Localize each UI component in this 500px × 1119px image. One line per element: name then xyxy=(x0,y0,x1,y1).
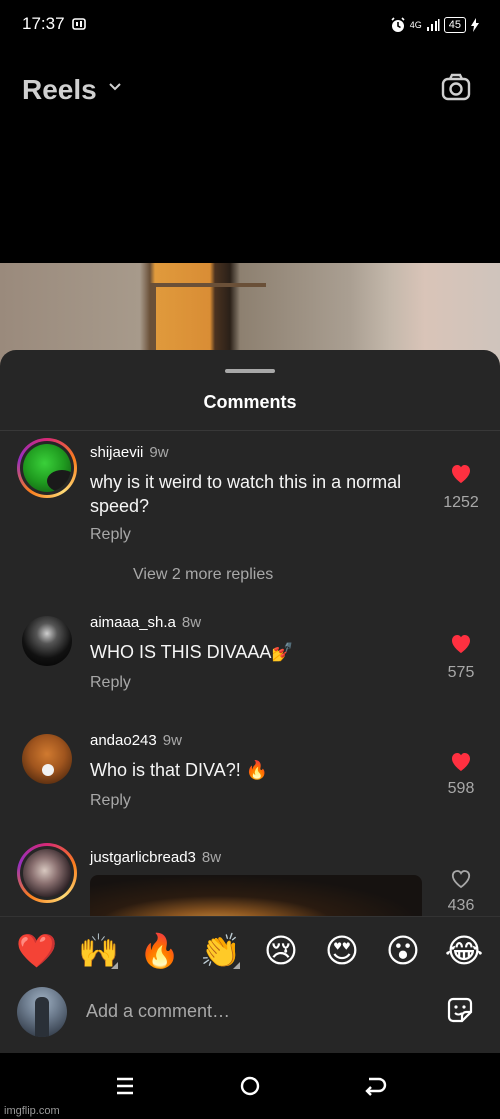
comment-input[interactable] xyxy=(86,996,416,1026)
status-time: 17:37 xyxy=(22,14,65,33)
status-indicators: 4G 45 xyxy=(390,15,480,35)
page-title[interactable]: Reels xyxy=(22,74,97,106)
comment-time: 8w xyxy=(201,849,222,866)
comment-time: 9w xyxy=(149,444,169,461)
avatar-story-ring[interactable] xyxy=(17,438,77,498)
reaction-fire[interactable]: 🔥 xyxy=(139,931,180,971)
signal-icon xyxy=(426,19,440,31)
comment-text: why is it weird to watch this in a norma… xyxy=(90,472,402,516)
avatar-detail xyxy=(35,997,49,1037)
heart-filled-icon[interactable] xyxy=(449,632,473,654)
reels-header: Reels xyxy=(0,60,500,120)
comment-username[interactable]: andao243 9w xyxy=(90,732,182,749)
avatar[interactable] xyxy=(22,734,72,784)
heart-outline-icon[interactable] xyxy=(449,867,473,889)
avatar-story-ring[interactable] xyxy=(17,843,77,903)
quick-reactions-bar: ❤️ 🙌 🔥 👏 😢 😍 😮 😂 xyxy=(0,916,500,985)
chevron-down-icon[interactable] xyxy=(108,82,122,92)
comment-username[interactable]: shijaevii 9w xyxy=(90,444,169,461)
like-count: 598 xyxy=(447,780,475,797)
my-avatar xyxy=(17,987,67,1037)
home-icon[interactable] xyxy=(235,1071,265,1101)
reaction-laughing[interactable]: 😂 xyxy=(444,931,484,971)
reply-button[interactable]: Reply xyxy=(90,792,131,810)
status-bar: 17:37 4G 45 xyxy=(0,0,500,50)
comment-time: 8w xyxy=(181,614,202,631)
avatar xyxy=(23,444,71,492)
camera-icon[interactable] xyxy=(440,72,474,104)
username-text[interactable]: andao243 xyxy=(90,732,157,749)
sheet-title: Comments xyxy=(203,392,297,412)
network-type: 4G xyxy=(409,19,422,30)
reaction-raised-hands[interactable]: 🙌 xyxy=(78,931,119,971)
reply-button[interactable]: Reply xyxy=(90,674,131,692)
battery-level: 45 xyxy=(443,17,466,33)
reaction-crying[interactable]: 😢 xyxy=(261,931,301,971)
menu-icon[interactable] xyxy=(110,1071,140,1101)
heart-filled-icon[interactable] xyxy=(449,750,473,772)
comment-username[interactable]: justgarlicbread3 8w xyxy=(90,849,221,866)
like-count: 575 xyxy=(447,664,475,681)
comment-text: Who is that DIVA?! 🔥 xyxy=(90,760,269,780)
view-more-replies[interactable]: View 2 more replies xyxy=(133,566,273,584)
username-text[interactable]: justgarlicbread3 xyxy=(90,849,196,866)
reaction-heart[interactable]: ❤️ xyxy=(16,931,57,971)
avatar-detail xyxy=(42,764,54,776)
sheet-drag-handle[interactable] xyxy=(225,369,275,373)
charging-icon xyxy=(471,18,479,32)
reaction-surprised[interactable]: 😮 xyxy=(383,931,423,971)
like-count: 1252 xyxy=(443,494,479,511)
back-icon[interactable] xyxy=(360,1071,390,1101)
reaction-clap[interactable]: 👏 xyxy=(200,931,241,971)
avatar-detail xyxy=(47,470,71,492)
watermark: imgflip.com xyxy=(4,1105,60,1117)
avatar xyxy=(23,849,71,897)
skin-tone-indicator xyxy=(111,962,118,969)
heart-filled-icon[interactable] xyxy=(449,462,473,484)
comment-time: 9w xyxy=(162,732,182,749)
alarm-icon xyxy=(391,17,405,32)
reply-button[interactable]: Reply xyxy=(90,526,131,544)
username-text[interactable]: aimaaa_sh.a xyxy=(90,614,176,631)
comment-input-bar xyxy=(0,984,500,1053)
system-nav-bar: imgflip.com xyxy=(0,1053,500,1119)
username-text[interactable]: shijaevii xyxy=(90,444,143,461)
like-count: 436 xyxy=(447,897,475,914)
divider xyxy=(0,430,500,431)
skin-tone-indicator xyxy=(233,962,240,969)
comment-text: WHO IS THIS DIVAAA💅 xyxy=(90,642,294,662)
sticker-icon[interactable] xyxy=(444,994,476,1026)
avatar[interactable] xyxy=(22,616,72,666)
reaction-heart-eyes[interactable]: 😍 xyxy=(322,931,362,971)
notification-icon xyxy=(72,18,86,30)
comment-username[interactable]: aimaaa_sh.a 8w xyxy=(90,614,201,631)
